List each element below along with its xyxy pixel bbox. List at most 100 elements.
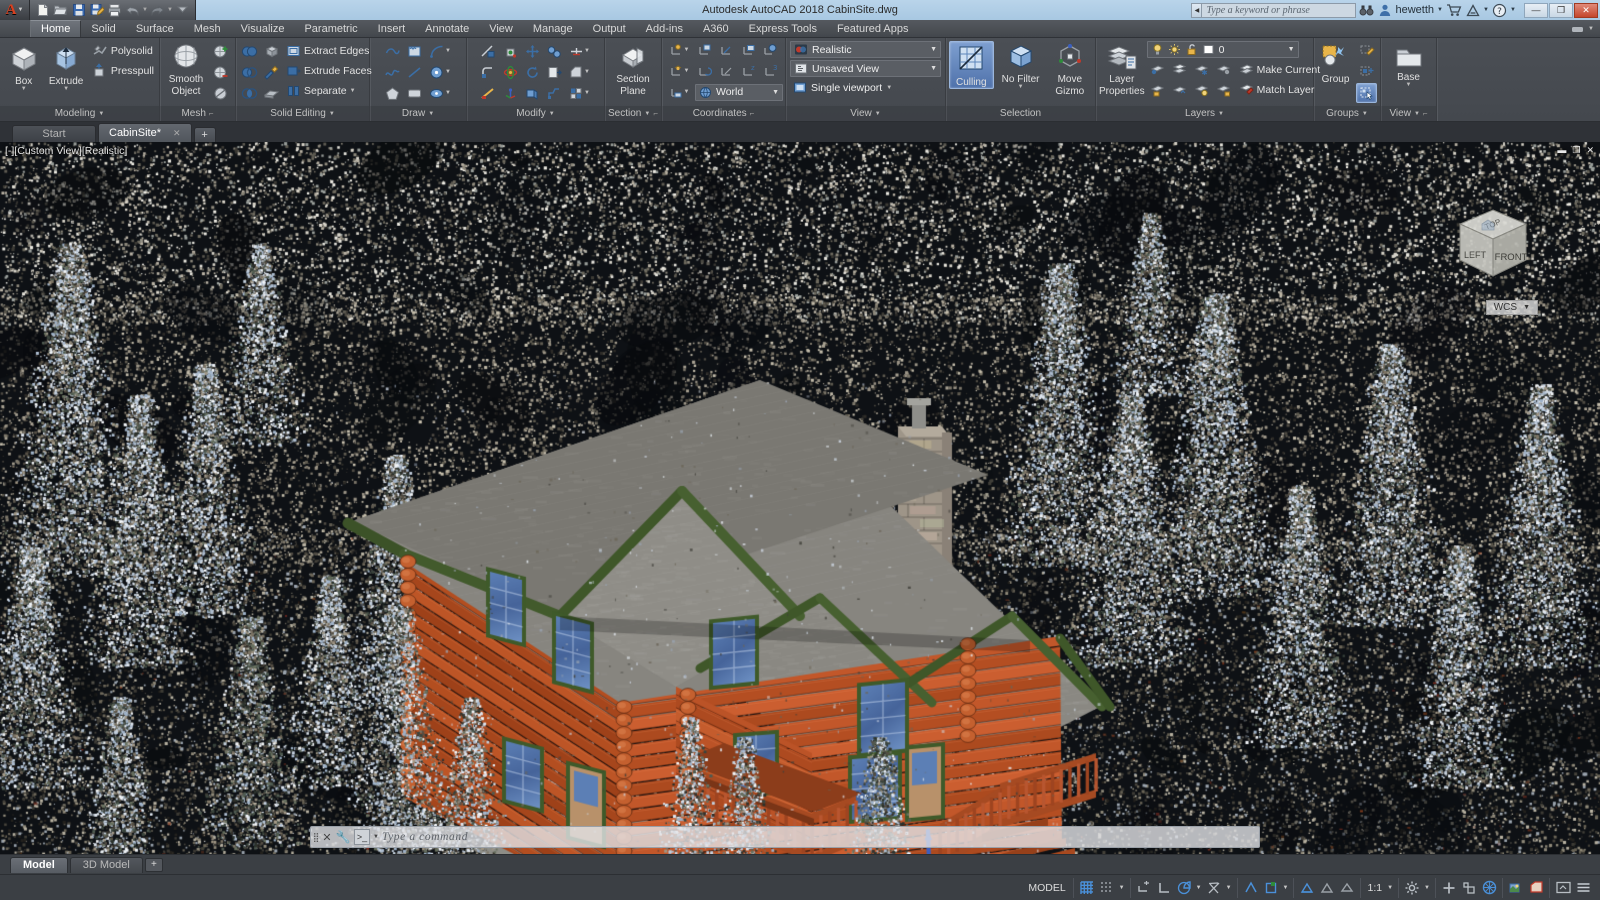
command-line-grip-icon[interactable]: ⣿ (311, 827, 320, 847)
chamfer-edge-icon[interactable]: ▼ (566, 62, 594, 82)
command-input[interactable]: Type a command (382, 831, 1259, 843)
revision-cloud-icon[interactable] (404, 41, 425, 61)
isolate-objects-icon[interactable] (1459, 878, 1479, 898)
help-question-icon[interactable]: ? (1492, 2, 1507, 18)
layer-freeze-sun-icon[interactable] (1168, 43, 1181, 56)
ribbon-tab-addins[interactable]: Add-ins (636, 20, 693, 37)
layout-tab-model[interactable]: Model (10, 856, 68, 873)
smooth-less-icon[interactable] (210, 62, 231, 82)
ortho-mode-icon[interactable] (1154, 878, 1174, 898)
ucs-y-icon[interactable]: z (738, 61, 759, 81)
panel-title-modeling[interactable]: Modeling ▼ (0, 106, 159, 121)
autodesk-a-icon[interactable] (1465, 2, 1480, 18)
section-plane-button[interactable]: Section Plane (610, 41, 656, 97)
panel-title-groups[interactable]: Groups ▼ (1314, 106, 1380, 121)
ucs-display-icon[interactable]: ▼ (665, 82, 693, 102)
extrude-faces-button[interactable]: Extrude Faces (284, 61, 374, 80)
3d-align-icon[interactable] (500, 41, 521, 61)
panel-title-mesh[interactable]: Mesh ⌐ (160, 106, 235, 121)
save-as-icon[interactable] (88, 2, 105, 19)
3d-object-snap-icon[interactable] (1261, 878, 1281, 898)
ribbon-tab-a360[interactable]: A360 (693, 20, 739, 37)
separate-dropdown-icon[interactable]: ▼ (350, 88, 356, 94)
ribbon-tab-output[interactable]: Output (583, 20, 636, 37)
rotate-icon[interactable] (522, 62, 543, 82)
ellipse-icon[interactable]: ▼ (426, 83, 454, 103)
snap-dropdown-icon[interactable]: ▼ (1117, 885, 1127, 891)
shell-icon[interactable] (261, 83, 282, 103)
extract-edges-button[interactable]: Extract Edges (284, 41, 374, 60)
panel-title-draw[interactable]: Draw ▼ (370, 106, 466, 121)
panel-title-modify[interactable]: Modify ▼ (467, 106, 604, 121)
ungroup-icon[interactable] (1356, 62, 1377, 82)
new-file-icon[interactable] (34, 2, 51, 19)
layout-tab-3d-model[interactable]: 3D Model (69, 856, 143, 873)
rectangle-icon[interactable] (404, 83, 425, 103)
box-dropdown-icon[interactable]: ▼ (21, 86, 27, 92)
drawing-canvas[interactable]: [-][Custom View][Realistic] ▬ ❐ ✕ TOP LE… (0, 142, 1600, 854)
layer-off-icon[interactable] (1213, 59, 1234, 79)
wcs-dropdown[interactable]: WCS ▼ (1485, 300, 1538, 315)
ucs-previous-icon[interactable] (694, 61, 715, 81)
customization-menu-icon[interactable] (1573, 878, 1593, 898)
redo-dropdown-icon[interactable]: ▼ (167, 7, 173, 13)
maximize-viewport-icon[interactable]: ❐ (1572, 145, 1580, 156)
panel-title-section[interactable]: Section ▼ ⌐ (605, 106, 661, 121)
hardware-acceleration-icon[interactable] (1479, 878, 1499, 898)
ribbon-tab-view[interactable]: View (479, 20, 523, 37)
close-icon[interactable]: ✕ (173, 128, 181, 139)
ucs-origin-icon[interactable] (694, 40, 715, 60)
undo-icon[interactable] (124, 2, 141, 19)
autodesk-menu-chevron-icon[interactable]: ▼ (1483, 7, 1489, 13)
wrench-icon[interactable]: 🔧 (334, 830, 352, 844)
panel-title-view[interactable]: View ▼ (786, 106, 945, 121)
spline-icon[interactable] (382, 62, 403, 82)
panel-title-coordinates[interactable]: Coordinates ⌐ (662, 106, 785, 121)
user-name-label[interactable]: hewetth (1395, 4, 1434, 16)
no-filter-button[interactable]: No Filter ▼ (997, 41, 1045, 90)
3d-mirror-icon[interactable] (544, 41, 565, 61)
no-filter-dropdown-icon[interactable]: ▼ (1018, 84, 1024, 90)
command-line[interactable]: ⣿ ✕ 🔧 >_ ▼ Type a command (310, 826, 1260, 848)
save-icon[interactable] (70, 2, 87, 19)
solid-history-icon[interactable] (261, 41, 282, 61)
viewport-config-dropdown[interactable]: Single viewport ▼ (790, 79, 895, 96)
minimize-viewport-icon[interactable]: ▬ (1557, 145, 1566, 156)
separate-button[interactable]: Separate ▼ (284, 81, 374, 100)
layer-properties-button[interactable]: Layer Properties (1099, 41, 1145, 97)
document-tab-start[interactable]: Start (12, 125, 96, 142)
layer-isolate-icon[interactable] (1147, 59, 1168, 79)
search-expand-icon[interactable]: ◀ (1191, 2, 1202, 18)
smooth-object-button[interactable]: Smooth Object (163, 41, 209, 97)
named-view-dropdown[interactable]: Unsaved View ▼ (790, 60, 941, 77)
intersect-icon[interactable] (239, 83, 260, 103)
polar-dropdown-icon[interactable]: ▼ (1194, 885, 1204, 891)
application-menu-button[interactable]: A ▼ (0, 0, 30, 20)
layer-thaw-all-icon[interactable] (1213, 80, 1234, 100)
command-prompt-icon[interactable]: >_ (354, 829, 370, 845)
thicken-icon[interactable] (522, 83, 543, 103)
object-snap-icon[interactable] (1241, 878, 1261, 898)
extrude-dropdown-icon[interactable]: ▼ (63, 86, 69, 92)
maximize-button[interactable]: ❐ (1549, 2, 1573, 18)
panel-title-view-base[interactable]: View ▼ ⌐ (1381, 106, 1436, 121)
smooth-more-icon[interactable] (210, 41, 231, 61)
make-current-button[interactable]: Make Current (1237, 60, 1323, 79)
annotation-scale-value[interactable]: 1:1 (1364, 882, 1385, 894)
ribbon-tab-visualize[interactable]: Visualize (231, 20, 295, 37)
model-space-button[interactable]: MODEL (1021, 882, 1072, 894)
command-history-chevron-icon[interactable]: ▼ (373, 834, 379, 840)
ucs-x-icon[interactable] (716, 61, 737, 81)
minimize-button[interactable]: — (1524, 2, 1548, 18)
annotation-visibility-icon[interactable] (1506, 878, 1526, 898)
current-layer-dropdown[interactable]: 0 ▼ (1146, 41, 1299, 58)
clean-screen-icon[interactable] (1553, 878, 1573, 898)
redo-icon[interactable] (149, 2, 166, 19)
plot-icon[interactable] (106, 2, 123, 19)
box-button[interactable]: Box ▼ (3, 41, 44, 92)
autoscale-icon[interactable] (1526, 878, 1546, 898)
extrude-face-modify-icon[interactable] (544, 62, 565, 82)
panel-title-solid-editing[interactable]: Solid Editing ▼ (236, 106, 369, 121)
undo-dropdown-icon[interactable]: ▼ (142, 7, 148, 13)
chevron-down-icon[interactable]: ▼ (772, 89, 779, 96)
